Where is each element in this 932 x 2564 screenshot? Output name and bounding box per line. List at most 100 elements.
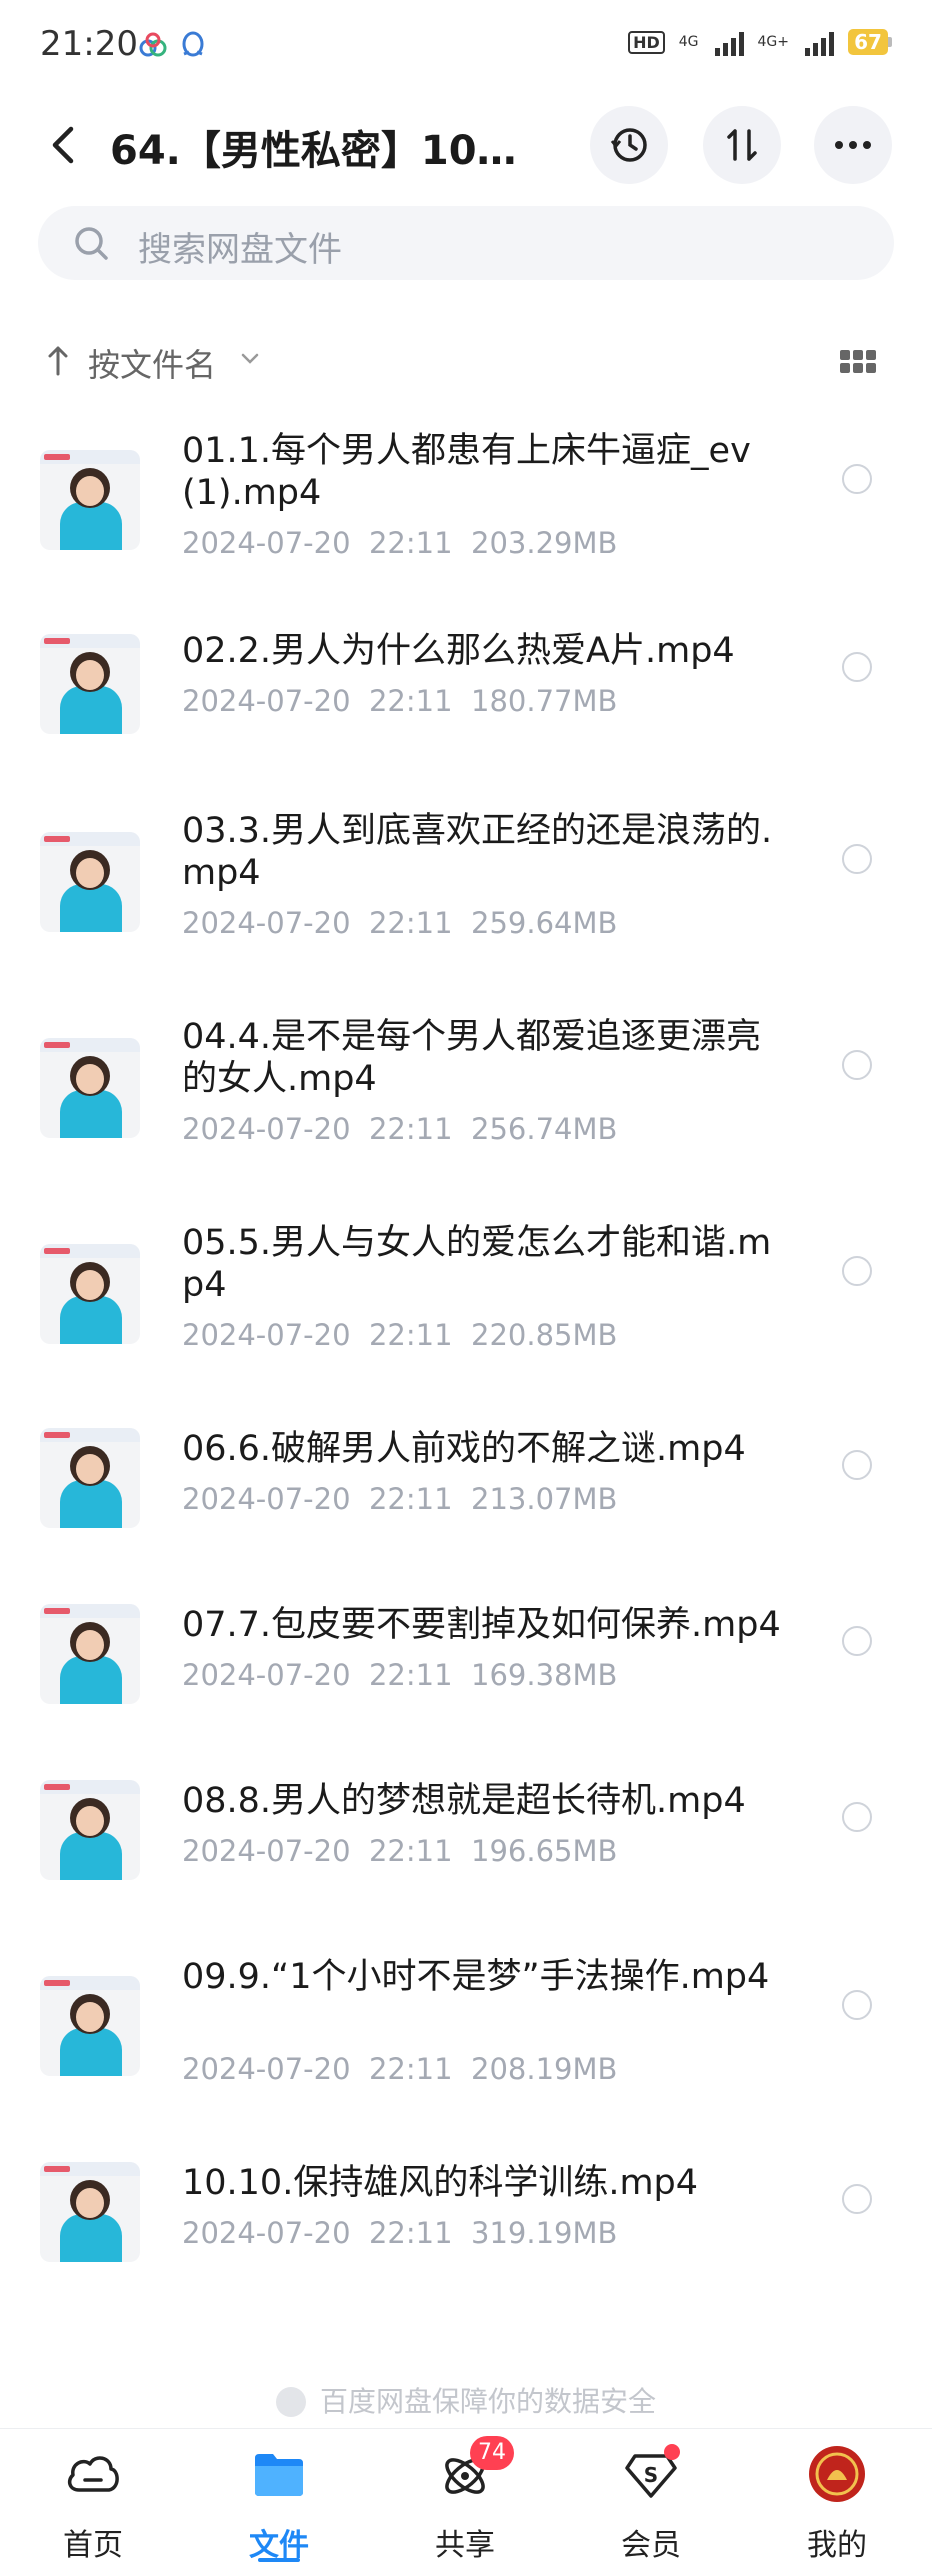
file-size: 208.19MB (471, 2052, 618, 2086)
file-name: 07.7.包皮要不要割掉及如何保养.mp4 (182, 1605, 781, 1645)
svg-text:S: S (644, 2463, 658, 2487)
file-meta: 2024-07-20 22:11 169.38MB (182, 1658, 617, 1692)
nav-files[interactable]: 文件 (186, 2444, 372, 2563)
safety-text: 百度网盘保障你的数据安全 (319, 2385, 656, 2418)
file-meta: 2024-07-20 22:11 259.64MB (182, 906, 617, 940)
video-thumbnail (40, 1244, 140, 1344)
search-icon (75, 227, 108, 260)
nav-vip-label: 会员 (621, 2528, 681, 2563)
nav-vip[interactable]: S 会员 (558, 2444, 744, 2563)
file-size: 256.74MB (471, 1112, 618, 1146)
nav-share[interactable]: 74 共享 (372, 2436, 558, 2563)
file-date: 2024-07-20 (182, 1658, 351, 1692)
select-checkbox[interactable] (842, 1256, 872, 1286)
nav-share-label: 共享 (435, 2528, 495, 2563)
select-checkbox[interactable] (842, 1450, 872, 1480)
video-thumbnail (40, 1976, 140, 2076)
file-name: 08.8.男人的梦想就是超长待机.mp4 (182, 1781, 746, 1821)
page-title: 64.【男性私密】10… (110, 128, 517, 174)
data-security-notice: 百度网盘保障你的数据安全 (0, 2380, 932, 2420)
select-checkbox[interactable] (842, 464, 872, 494)
vip-notify-dot (664, 2444, 680, 2460)
status-indicators: HD 4G 4G+ 67 (628, 28, 892, 56)
file-date: 2024-07-20 (182, 906, 351, 940)
hd-voice-badge: HD (628, 30, 665, 54)
file-date: 2024-07-20 (182, 1318, 351, 1352)
video-thumbnail (40, 1428, 140, 1528)
file-time: 22:11 (368, 1318, 453, 1352)
file-name: 06.6.破解男人前戏的不解之谜.mp4 (182, 1429, 746, 1469)
bottom-nav: 首页 文件 74 共享 S 会员 我的 (0, 2430, 932, 2563)
file-name: 02.2.男人为什么那么热爱A片.mp4 (182, 631, 735, 671)
history-icon (610, 128, 647, 162)
file-meta: 2024-07-20 22:11 208.19MB (182, 2052, 617, 2086)
file-meta: 2024-07-20 22:11 319.19MB (182, 2216, 617, 2250)
file-size: 180.77MB (471, 684, 618, 718)
file-time: 22:11 (368, 906, 453, 940)
more-dots-icon (835, 141, 871, 149)
chevron-down-icon[interactable] (240, 352, 260, 366)
file-date: 2024-07-20 (182, 2216, 351, 2250)
file-time: 22:11 (368, 1658, 453, 1692)
video-thumbnail (40, 832, 140, 932)
file-name: 09.9.“1个小时不是梦”手法操作.mp4 (182, 1957, 770, 1997)
file-meta: 2024-07-20 22:11 256.74MB (182, 1112, 617, 1146)
select-checkbox[interactable] (842, 1802, 872, 1832)
active-indicator (258, 2558, 300, 2562)
sort-bar: 按文件名 (0, 330, 932, 394)
history-button[interactable] (590, 106, 668, 184)
file-time: 22:11 (368, 526, 453, 560)
file-size: 169.38MB (471, 1658, 618, 1692)
nav-home[interactable]: 首页 (0, 2444, 186, 2563)
avatar (809, 2446, 865, 2502)
file-date: 2024-07-20 (182, 684, 351, 718)
status-bar: 21:20 HD 4G 4G+ 67 (0, 0, 932, 92)
file-name: 03.3.男人到底喜欢正经的还是浪荡的.mp4 (182, 811, 773, 893)
file-date: 2024-07-20 (182, 1834, 351, 1868)
battery-level: 67 (848, 29, 888, 55)
network-type-2: 4G+ (757, 34, 790, 50)
nav-mine[interactable]: 我的 (744, 2444, 930, 2563)
select-checkbox[interactable] (842, 1626, 872, 1656)
file-size: 213.07MB (471, 1482, 618, 1516)
file-meta: 2024-07-20 22:11 220.85MB (182, 1318, 617, 1352)
file-size: 319.19MB (471, 2216, 618, 2250)
file-time: 22:11 (368, 684, 453, 718)
nav-home-label: 首页 (63, 2528, 123, 2563)
file-time: 22:11 (368, 2052, 453, 2086)
chevron-left-icon (52, 126, 74, 164)
sort-by-name-dropdown[interactable]: 按文件名 (88, 340, 216, 386)
more-button[interactable] (814, 106, 892, 184)
qq-notify-icon (182, 31, 204, 57)
select-checkbox[interactable] (842, 1990, 872, 2020)
search-input[interactable]: 搜索网盘文件 (38, 206, 894, 280)
sort-arrows-icon (727, 129, 757, 161)
file-name: 10.10.保持雄风的科学训练.mp4 (182, 2163, 699, 2203)
video-thumbnail (40, 2162, 140, 2262)
file-size: 203.29MB (471, 526, 618, 560)
file-size: 196.65MB (471, 1834, 618, 1868)
network-type-1: 4G (678, 34, 699, 50)
video-thumbnail (40, 634, 140, 734)
select-checkbox[interactable] (842, 844, 872, 874)
share-count-badge: 74 (470, 2436, 514, 2470)
file-meta: 2024-07-20 22:11 203.29MB (182, 526, 617, 560)
video-thumbnail (40, 450, 140, 550)
video-thumbnail (40, 1604, 140, 1704)
file-time: 22:11 (368, 1482, 453, 1516)
select-checkbox[interactable] (842, 2184, 872, 2214)
signal-icon-2 (805, 28, 834, 56)
grid-view-toggle[interactable] (840, 350, 876, 374)
file-name: 05.5.男人与女人的爱怎么才能和谐.mp4 (182, 1223, 772, 1305)
search-placeholder: 搜索网盘文件 (138, 230, 342, 270)
back-button[interactable] (38, 120, 88, 170)
signal-icon (714, 28, 744, 56)
file-meta: 2024-07-20 22:11 213.07MB (182, 1482, 617, 1516)
top-bar: 64.【男性私密】10… (0, 100, 932, 190)
file-time: 22:11 (368, 1834, 453, 1868)
file-date: 2024-07-20 (182, 1482, 351, 1516)
select-checkbox[interactable] (842, 652, 872, 682)
select-checkbox[interactable] (842, 1050, 872, 1080)
sort-order-button[interactable] (703, 106, 781, 184)
shield-icon (275, 2387, 306, 2417)
